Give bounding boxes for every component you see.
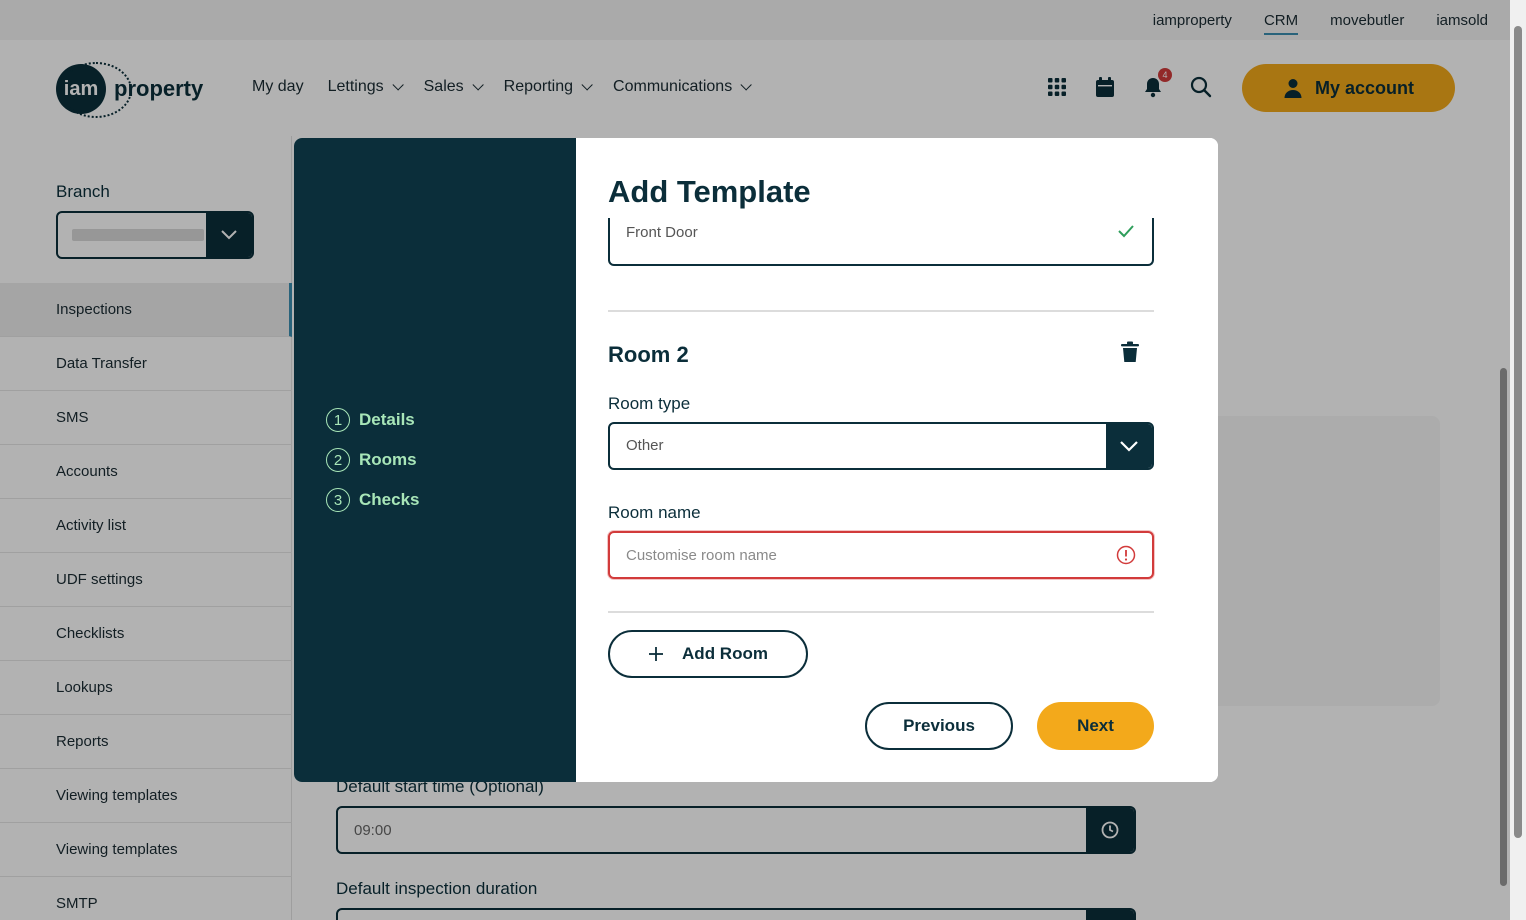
form-panel: Add Template Front Door Room 2 Room type… bbox=[576, 138, 1218, 782]
room-2-heading: Room 2 bbox=[608, 342, 689, 367]
add-room-label: Add Room bbox=[682, 644, 768, 663]
plus-icon bbox=[649, 647, 664, 661]
step-number: 1 bbox=[326, 408, 350, 432]
room-type-select[interactable]: Other bbox=[608, 422, 1154, 470]
step-checks[interactable]: 3 Checks bbox=[326, 488, 419, 512]
delete-room-button[interactable] bbox=[1118, 340, 1142, 366]
room-type-label: Room type bbox=[608, 394, 691, 413]
room-1-name-field[interactable]: Front Door bbox=[608, 218, 1154, 266]
previous-button[interactable]: Previous bbox=[865, 702, 1013, 750]
add-template-modal: 1 Details 2 Rooms 3 Checks Add Template … bbox=[294, 138, 1218, 782]
room-1-name-value: Front Door bbox=[626, 224, 698, 241]
step-number: 3 bbox=[326, 488, 350, 512]
step-details[interactable]: 1 Details bbox=[326, 408, 419, 432]
page-inner-scrollbar[interactable] bbox=[1497, 140, 1510, 900]
scrollbar-thumb[interactable] bbox=[1500, 368, 1507, 886]
room-type-toggle[interactable] bbox=[1106, 424, 1152, 468]
trash-icon bbox=[1121, 341, 1139, 362]
room-name-label: Room name bbox=[608, 503, 701, 522]
modal-title: Add Template bbox=[608, 174, 811, 209]
window-scrollbar[interactable] bbox=[1510, 0, 1526, 920]
chevron-down-icon bbox=[1120, 440, 1138, 452]
add-room-button[interactable]: Add Room bbox=[608, 630, 808, 678]
room-type-value: Other bbox=[626, 437, 664, 454]
step-list: 1 Details 2 Rooms 3 Checks bbox=[326, 408, 419, 512]
next-button[interactable]: Next bbox=[1037, 702, 1154, 750]
room-divider bbox=[608, 310, 1154, 312]
step-label: Details bbox=[359, 410, 415, 429]
room-divider bbox=[608, 611, 1154, 613]
scrollbar-thumb[interactable] bbox=[1514, 26, 1522, 838]
step-rooms[interactable]: 2 Rooms bbox=[326, 448, 419, 472]
room-name-input[interactable] bbox=[608, 531, 1154, 579]
steps-panel: 1 Details 2 Rooms 3 Checks bbox=[294, 138, 576, 782]
step-number: 2 bbox=[326, 448, 350, 472]
step-label: Rooms bbox=[359, 450, 417, 469]
error-icon bbox=[1116, 545, 1136, 565]
check-icon bbox=[1118, 225, 1134, 238]
step-label: Checks bbox=[359, 490, 420, 509]
